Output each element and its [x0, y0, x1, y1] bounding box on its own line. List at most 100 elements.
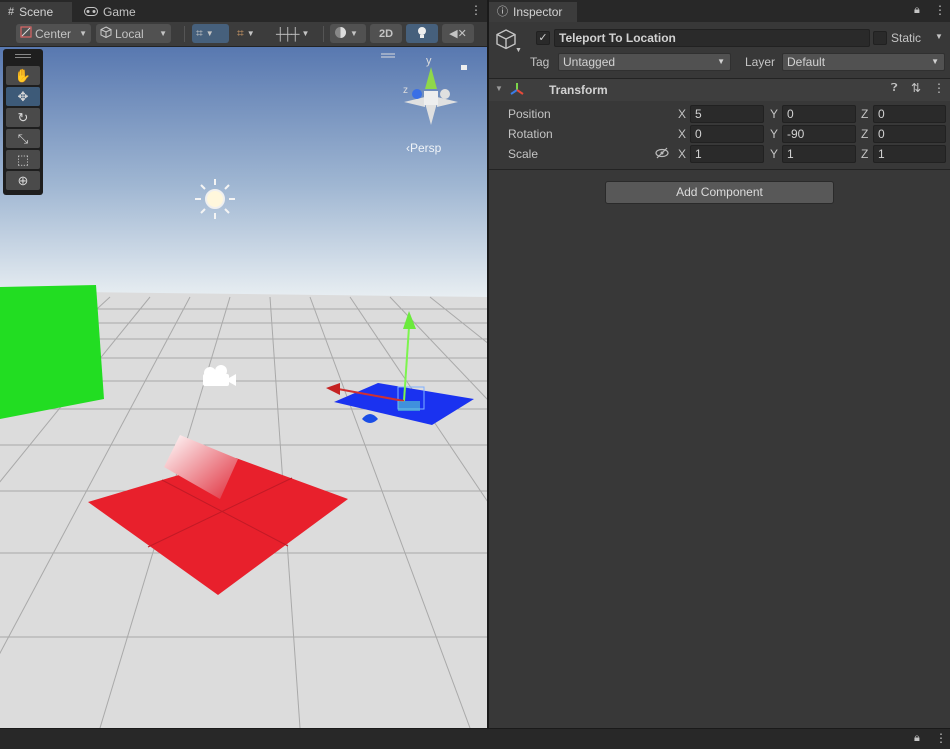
tag-dropdown[interactable]: Untagged ▼	[558, 53, 731, 71]
rotation-z-field[interactable]: 0	[873, 125, 946, 143]
pivot-mode-dropdown[interactable]: Center ▼	[16, 24, 91, 43]
axis-y-label[interactable]: Y	[770, 125, 778, 143]
toolbar-divider	[184, 26, 185, 42]
grid-snap-toggle[interactable]: ⌗ ▼	[192, 24, 229, 43]
tag-value: Untagged	[563, 55, 616, 69]
projection-label[interactable]: ‹Persp	[406, 141, 441, 155]
increment-snap-toggle[interactable]: ⌗ ▼	[233, 24, 270, 43]
align-snap-toggle[interactable]: ┼┼┼ ▼	[272, 24, 312, 43]
hand-tool-button[interactable]: ✋	[6, 66, 40, 85]
more-menu-icon[interactable]: ⋮	[935, 731, 947, 745]
rotate-icon: ↻	[17, 109, 29, 125]
position-z-field[interactable]: 0	[873, 105, 946, 123]
component-title: Transform	[549, 83, 608, 97]
move-tool-button[interactable]: ✥	[6, 87, 40, 106]
lock-icon[interactable]: 🔒︎	[914, 732, 920, 745]
layer-dropdown[interactable]: Default ▼	[782, 53, 945, 71]
more-menu-icon[interactable]: ⋮	[470, 3, 482, 17]
chevron-down-icon[interactable]: ▼	[495, 84, 503, 93]
axis-z-label[interactable]: Z	[861, 145, 868, 163]
chevron-down-icon[interactable]: ▼	[935, 32, 943, 41]
scale-z-field[interactable]: 1	[873, 145, 946, 163]
rotation-x-field[interactable]: 0	[690, 125, 764, 143]
drag-handle-icon[interactable]	[15, 54, 31, 55]
tab-scene-label: Scene	[19, 5, 54, 19]
transform-header[interactable]: ▼ Transform ❓︎ ⇅ ⋮	[489, 79, 950, 101]
pivot-space-dropdown[interactable]: Local ▼	[96, 24, 171, 43]
move-arrows-icon: ✥	[17, 88, 29, 104]
chevron-down-icon: ▼	[79, 29, 87, 38]
pivot-icon	[20, 26, 32, 41]
scene-viewport[interactable]: y z ‹Persp	[0, 47, 487, 728]
gizmo-center-cube[interactable]	[424, 91, 438, 105]
rect-tool-button[interactable]: ⬚	[6, 150, 40, 169]
gameobject-cube-icon[interactable]	[495, 28, 517, 53]
axis-z-label[interactable]: Z	[861, 125, 868, 143]
chevron-down-icon: ▼	[350, 29, 358, 38]
axis-y-label[interactable]: Y	[770, 145, 778, 163]
tab-game-label: Game	[103, 5, 136, 19]
axis-x-label[interactable]: X	[678, 125, 686, 143]
gizmo-y-label: y	[426, 55, 432, 67]
scale-label: Scale	[508, 147, 539, 161]
static-label: Static	[891, 31, 922, 45]
add-component-button[interactable]: Add Component	[605, 181, 834, 204]
static-checkbox[interactable]	[873, 31, 887, 45]
tag-label: Tag	[530, 55, 550, 69]
active-checkbox[interactable]: ✓	[536, 31, 550, 45]
rotation-y-field[interactable]: -90	[782, 125, 856, 143]
toggle-2d-label: 2D	[378, 27, 394, 40]
scale-icon: ⤡	[17, 130, 29, 146]
help-icon[interactable]: ❓︎	[891, 82, 898, 95]
chevron-down-icon: ▼	[931, 57, 939, 66]
gizmo-neg-z-cone[interactable]	[440, 89, 450, 99]
constrain-proportions-icon[interactable]	[655, 147, 669, 162]
drag-handle-icon[interactable]	[15, 57, 31, 58]
lightbulb-icon	[417, 26, 427, 42]
directional-light-icon[interactable]	[195, 179, 235, 219]
toggle-2d-button[interactable]: 2D	[370, 24, 402, 43]
pivot-mode-label: Center	[35, 26, 72, 41]
position-x-field[interactable]: 5	[690, 105, 764, 123]
gamepad-icon	[84, 2, 98, 22]
gizmo-z-cone[interactable]	[412, 89, 422, 99]
green-cube[interactable]	[0, 285, 104, 419]
chevron-down-icon[interactable]: ▼	[515, 47, 522, 54]
cube-icon	[100, 26, 112, 41]
more-menu-icon[interactable]: ⋮	[933, 81, 945, 95]
axis-x-label[interactable]: X	[678, 145, 686, 163]
axis-x-label[interactable]: X	[678, 105, 686, 123]
transform-axes-icon	[510, 82, 524, 99]
scene-toolbar: Center ▼ Local ▼ ⌗ ▼ ⌗ ▼ ┼┼┼ ▼ ▼ 2D ◀✕	[0, 22, 487, 47]
scale-x-field[interactable]: 1	[690, 145, 764, 163]
scale-tool-button[interactable]: ⤡	[6, 129, 40, 148]
lock-icon[interactable]	[461, 65, 467, 70]
divider	[489, 169, 950, 170]
position-y-field[interactable]: 0	[782, 105, 856, 123]
snap-increment-icon: ⌗	[237, 26, 244, 40]
presets-icon[interactable]: ⇅	[911, 81, 921, 95]
axis-z-label[interactable]: Z	[861, 105, 868, 123]
lock-icon[interactable]: 🔒︎	[914, 4, 920, 17]
scene-audio-toggle[interactable]: ◀✕	[442, 24, 474, 43]
chevron-down-icon: ▼	[717, 57, 725, 66]
more-menu-icon[interactable]: ⋮	[934, 3, 946, 17]
shading-sphere-icon	[334, 26, 347, 42]
tab-scene[interactable]: # Scene	[0, 2, 72, 22]
gizmo-plane-handle[interactable]	[398, 401, 420, 411]
chevron-down-icon: ▼	[205, 29, 214, 38]
rotate-tool-button[interactable]: ↻	[6, 108, 40, 127]
toolbar-divider	[323, 26, 324, 42]
scene-lighting-toggle[interactable]	[406, 24, 438, 43]
bottom-panel-bar: 🔒︎ ⋮	[0, 728, 950, 749]
scale-y-field[interactable]: 1	[782, 145, 856, 163]
chevron-down-icon: ▼	[301, 29, 310, 38]
tab-game[interactable]: Game	[76, 2, 148, 22]
axis-y-label[interactable]: Y	[770, 105, 778, 123]
position-label: Position	[508, 107, 551, 121]
transform-tool-button[interactable]: ⊕	[6, 171, 40, 190]
draw-mode-dropdown[interactable]: ▼	[330, 24, 366, 43]
scene-tab-bar: # Scene Game ⋮	[0, 0, 487, 22]
object-name-field[interactable]: Teleport To Location	[554, 29, 870, 47]
tab-inspector[interactable]: ⓘ Inspector	[489, 2, 577, 22]
